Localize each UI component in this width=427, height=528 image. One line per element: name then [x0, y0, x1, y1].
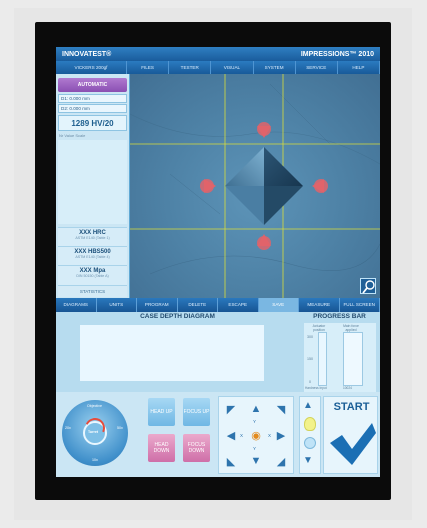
start-label: START — [333, 401, 370, 413]
save-button[interactable]: SAVE — [258, 298, 299, 312]
dial-label: Turret — [88, 430, 99, 434]
action-bar: DIAGRAMS UNITS PROGRAM DELETE ESCAPE SAV… — [56, 298, 380, 312]
main-force-bar — [343, 332, 363, 386]
mode-selector[interactable]: AUTOMATIC — [58, 78, 127, 92]
case-depth-panel: CASE DEPTH DIAGRAM — [56, 312, 299, 392]
results-list-header: Nr Value Scale — [59, 133, 86, 138]
tester-screen: INNOVATEST® IMPRESSIONS™ 2010 VICKERS 20… — [56, 47, 380, 477]
indent-face-bottom — [225, 186, 264, 225]
conversion-note: DIN 50150 (Table A) — [76, 274, 109, 278]
product-label: IMPRESSIONS™ 2010 — [300, 50, 374, 58]
measure-button[interactable]: MEASURE — [299, 298, 340, 312]
focus-down-button[interactable]: FOCUS DOWN — [183, 434, 210, 462]
menu-system[interactable]: SYSTEM — [254, 61, 296, 74]
hardness-input-label: Hardness Input — [305, 386, 327, 390]
arrow-left-icon[interactable]: ◀ — [220, 424, 242, 446]
x-axis-label: X — [268, 433, 272, 438]
light-dimmer-icon[interactable] — [304, 437, 316, 449]
light-control-column: ▲ ▼ — [299, 396, 321, 474]
center-icon[interactable]: ◉ — [245, 424, 267, 446]
head-down-button[interactable]: HEAD DOWN — [148, 434, 175, 462]
menu-service[interactable]: SERVICE — [296, 61, 338, 74]
units-button[interactable]: UNITS — [97, 298, 137, 312]
progress-title: PROGRESS BAR — [313, 313, 366, 320]
force-value: 10024 — [343, 386, 352, 390]
tick-label: 300 — [307, 335, 313, 339]
stage-xy-pad: ◤ ▲ ◥ ◀ ◉ ▶ ◣ ▼ ◢ Y X X Y — [218, 396, 294, 474]
statistics-button[interactable]: STATISTICS — [58, 285, 127, 297]
force-label: Main force applied — [343, 324, 359, 332]
z-up-icon[interactable]: ▲ — [303, 400, 313, 411]
dial-label: 50x — [117, 426, 123, 430]
x-axis-label: X — [240, 433, 244, 438]
actuator-label: Actuator position — [312, 324, 326, 332]
light-bulb-icon[interactable] — [304, 417, 316, 431]
arrow-up-icon[interactable]: ▲ — [245, 398, 267, 420]
tick-label: 150 — [307, 357, 313, 361]
checkmark-icon — [330, 423, 376, 465]
conversion-mpa[interactable]: XXX Mpa DIN 50150 (Table A) — [58, 265, 127, 285]
arrow-up-left-icon[interactable]: ◤ — [220, 398, 242, 420]
arrow-down-left-icon[interactable]: ◣ — [220, 450, 242, 472]
results-list[interactable] — [58, 140, 127, 224]
head-up-button[interactable]: HEAD UP — [148, 398, 175, 426]
title-bar: INNOVATEST® IMPRESSIONS™ 2010 — [56, 47, 380, 61]
conversion-note: ASTM E140 (Table 1) — [75, 236, 110, 240]
start-button[interactable]: START — [323, 396, 378, 474]
dial-label: 20x — [65, 426, 71, 430]
actuator-position-bar — [318, 332, 327, 386]
brand-label: INNOVATEST® — [62, 50, 112, 58]
menu-visual[interactable]: VISUAL — [211, 61, 254, 74]
delete-button[interactable]: DELETE — [178, 298, 218, 312]
dial-label: Objective — [87, 404, 102, 408]
microscope-view[interactable] — [130, 74, 380, 298]
menu-files[interactable]: FILES — [127, 61, 170, 74]
case-depth-title: CASE DEPTH DIAGRAM — [140, 313, 215, 320]
arrow-down-icon[interactable]: ▼ — [245, 450, 267, 472]
menu-help[interactable]: HELP — [338, 61, 380, 74]
conversion-hrc[interactable]: XXX HRC ASTM E140 (Table 1) — [58, 227, 127, 247]
hardness-result: 1289 HV/20 — [58, 115, 127, 131]
arrow-up-right-icon[interactable]: ◥ — [270, 398, 292, 420]
indent-face-top — [264, 147, 303, 186]
indent-face-right — [264, 186, 303, 225]
menu-tester[interactable]: TESTER — [169, 61, 212, 74]
full-screen-button[interactable]: FULL SCREEN — [340, 298, 380, 312]
focus-up-button[interactable]: FOCUS UP — [183, 398, 210, 426]
y-axis-label: Y — [253, 446, 257, 451]
progress-bars: Actuator position Main force applied 300… — [304, 323, 376, 392]
indentation-image — [130, 74, 380, 298]
results-panel: AUTOMATIC D1: 0.000 mm D2: 0.000 mm 1289… — [56, 74, 129, 298]
diagrams-button[interactable]: DIAGRAMS — [56, 298, 97, 312]
menu-bar: VICKERS 200gf FILES TESTER VISUAL SYSTEM… — [56, 61, 380, 74]
indent-face-left — [225, 147, 264, 186]
escape-button[interactable]: ESCAPE — [218, 298, 259, 312]
conversion-note: ASTM E140 (Table 4) — [75, 255, 110, 259]
arrow-down-right-icon[interactable]: ◢ — [270, 450, 292, 472]
dial-label: 10x — [92, 458, 98, 462]
d2-readout: D2: 0.000 mm — [58, 104, 127, 113]
tick-label: 0 — [309, 380, 311, 384]
turret-dial[interactable]: Objective Turret 10x 50x 20x — [62, 400, 128, 466]
case-depth-plot[interactable] — [80, 325, 264, 381]
control-panel: Objective Turret 10x 50x 20x HEAD UP HEA… — [56, 392, 380, 477]
d1-readout: D1: 0.000 mm — [58, 94, 127, 103]
menu-test-method[interactable]: VICKERS 200gf — [56, 61, 127, 74]
progress-panel: PROGRESS BAR Actuator position Main forc… — [299, 312, 380, 392]
arrow-right-icon[interactable]: ▶ — [270, 424, 292, 446]
zoom-icon[interactable] — [360, 278, 376, 294]
y-axis-label: Y — [253, 419, 257, 424]
program-button[interactable]: PROGRAM — [137, 298, 178, 312]
z-down-icon[interactable]: ▼ — [303, 455, 313, 466]
conversion-hbs[interactable]: XXX HBS500 ASTM E140 (Table 4) — [58, 246, 127, 266]
